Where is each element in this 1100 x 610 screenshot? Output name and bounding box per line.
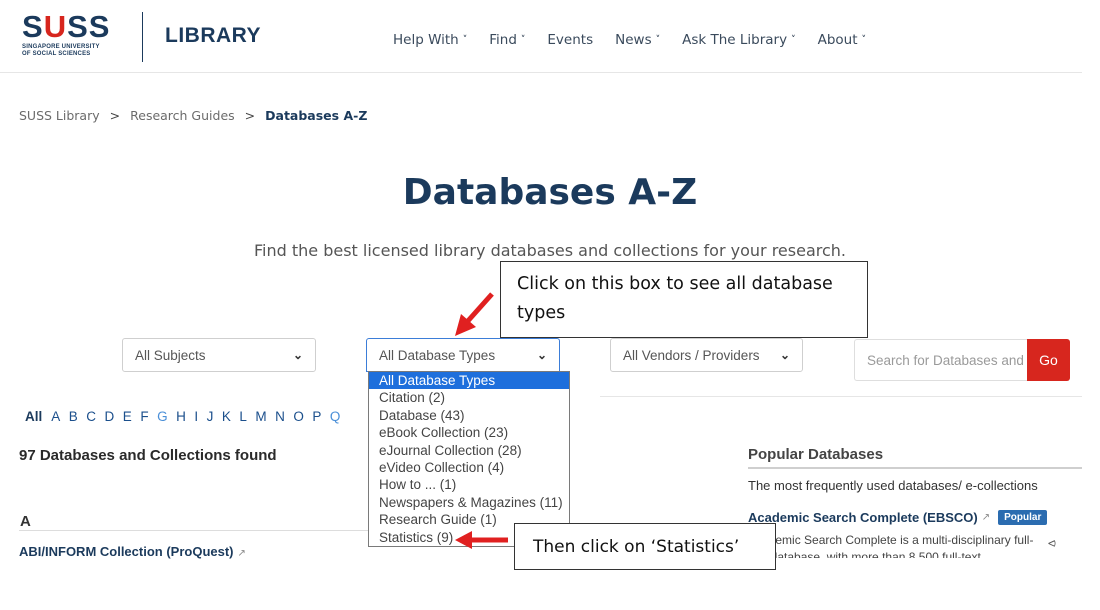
chevron-down-icon: ˅ — [791, 35, 796, 45]
breadcrumb-research-guides[interactable]: Research Guides — [130, 108, 235, 123]
chevron-down-icon: ⌄ — [292, 348, 303, 362]
alphabet-letter[interactable]: C — [86, 409, 96, 424]
callout-click-statistics: Then click on ‘Statistics’ — [514, 523, 776, 570]
popular-title: Popular Databases — [748, 446, 884, 463]
chevron-down-icon: ˅ — [462, 35, 468, 45]
database-search-input[interactable]: Search for Databases and — [854, 339, 1027, 381]
chevron-down-icon: ˅ — [861, 35, 867, 45]
chevron-down-icon: ⌄ — [536, 348, 547, 362]
page-subtitle: Find the best licensed library databases… — [254, 241, 846, 260]
alphabet-letter[interactable]: E — [123, 409, 132, 424]
alphabet-letter[interactable]: J — [207, 409, 214, 424]
database-types-select[interactable]: All Database Types ⌄ — [366, 338, 560, 372]
nav-item-label: Ask The Library — [682, 32, 788, 48]
logo-line2: OF SOCIAL SCIENCES — [22, 51, 91, 57]
nav-item-label: Find — [489, 32, 517, 48]
popular-database-label: Academic Search Complete (EBSCO) — [748, 510, 978, 525]
results-count: 97 Databases and Collections found — [19, 447, 277, 464]
database-types-select-value: All Database Types — [379, 347, 496, 363]
dropdown-option[interactable]: How to ... (1) — [369, 476, 569, 493]
popular-badge: Popular — [998, 510, 1048, 525]
logo-line1: SINGAPORE UNIVERSITY — [22, 44, 100, 50]
popular-divider — [748, 467, 1082, 469]
alphabet-letter[interactable]: G — [157, 409, 168, 424]
nav-item-label: News — [615, 32, 652, 48]
external-link-icon: ↗ — [237, 548, 246, 559]
main-nav: Help With ˅ Find ˅ Events News ˅ Ask The Librar… — [393, 32, 888, 48]
arrow-to-select — [455, 292, 494, 336]
chevron-down-icon: ˅ — [520, 35, 526, 45]
alphabet-letter[interactable]: F — [140, 409, 148, 424]
popular-database-link[interactable]: Academic Search Complete (EBSCO) ↗ Popul… — [748, 510, 1048, 525]
callout-click-box: Click on this box to see all database ty… — [500, 261, 868, 338]
database-types-dropdown: All Database Types Citation (2) Database (… — [368, 371, 570, 547]
breadcrumb-current: Databases A-Z — [265, 108, 368, 123]
header-divider — [0, 72, 1082, 73]
dropdown-option[interactable]: All Database Types — [369, 372, 569, 390]
breadcrumb: SUSS Library > Research Guides > Databas… — [19, 108, 367, 123]
alphabet-letter[interactable]: N — [275, 409, 285, 424]
share-icon[interactable]: ⪦ — [1048, 534, 1056, 551]
alphabet-letter[interactable]: B — [69, 409, 78, 424]
nav-item-label: About — [817, 32, 858, 48]
chevron-down-icon: ⌄ — [779, 348, 790, 362]
alphabet-letter[interactable]: Q — [330, 409, 341, 424]
breadcrumb-home[interactable]: SUSS Library — [19, 108, 100, 123]
nav-item-help-with[interactable]: Help With ˅ — [393, 32, 467, 48]
popular-blurb: Academic Search Complete is a multi-disc… — [748, 533, 1034, 558]
nav-item-label: Events — [547, 32, 594, 48]
alphabet-letter[interactable]: P — [312, 409, 321, 424]
vendors-select[interactable]: All Vendors / Providers ⌄ — [610, 338, 803, 372]
chevron-down-icon: ˅ — [655, 35, 661, 45]
alphabet-letter[interactable]: D — [105, 409, 115, 424]
filter-divider — [600, 396, 1082, 397]
nav-item-about[interactable]: About ˅ — [818, 32, 866, 48]
alphabet-letter[interactable]: I — [194, 409, 198, 424]
library-label[interactable]: LIBRARY — [165, 24, 261, 48]
external-link-icon: ↗ — [981, 512, 991, 523]
alphabet-letter[interactable]: L — [239, 409, 247, 424]
database-link-label: ABI/INFORM Collection (ProQuest) — [19, 544, 234, 559]
dropdown-option[interactable]: Newspapers & Magazines (11) — [369, 494, 569, 511]
dropdown-option[interactable]: Database (43) — [369, 407, 569, 424]
alphabet-letter[interactable]: H — [176, 409, 186, 424]
alphabet-all[interactable]: All — [25, 409, 42, 424]
dropdown-option[interactable]: eVideo Collection (4) — [369, 459, 569, 476]
dropdown-option[interactable]: Citation (2) — [369, 389, 569, 406]
subjects-select[interactable]: All Subjects ⌄ — [122, 338, 316, 372]
alphabet-letter[interactable]: A — [51, 409, 60, 424]
alphabet-letter[interactable]: O — [293, 409, 304, 424]
nav-item-ask-the-library[interactable]: Ask The Library ˅ — [682, 32, 795, 48]
breadcrumb-separator: > — [244, 108, 256, 123]
popular-description: The most frequently used databases/ e-co… — [748, 478, 1038, 493]
nav-item-label: Help With — [393, 32, 459, 48]
logo-wordmark: SUSS — [22, 9, 111, 44]
breadcrumb-separator: > — [109, 108, 121, 123]
section-letter: A — [20, 513, 31, 530]
database-link[interactable]: ABI/INFORM Collection (ProQuest) ↗ — [19, 544, 246, 559]
vendors-select-value: All Vendors / Providers — [623, 347, 760, 363]
alphabet-letter[interactable]: K — [222, 409, 231, 424]
page-title: Databases A-Z — [402, 172, 698, 213]
alphabet-nav: All A B C D E F G H I J K L M N O P Q — [25, 409, 349, 424]
nav-item-events[interactable]: Events — [547, 32, 593, 48]
logo-divider — [142, 12, 143, 62]
subjects-select-value: All Subjects — [135, 347, 206, 363]
dropdown-option[interactable]: eJournal Collection (28) — [369, 442, 569, 459]
nav-item-news[interactable]: News ˅ — [615, 32, 660, 48]
go-button[interactable]: Go — [1027, 339, 1070, 381]
suss-logo[interactable]: SUSS SINGAPORE UNIVERSITY OF SOCIAL SCIE… — [22, 10, 122, 58]
dropdown-option[interactable]: eBook Collection (23) — [369, 424, 569, 441]
nav-item-find[interactable]: Find ˅ — [489, 32, 525, 48]
section-divider — [19, 530, 369, 531]
alphabet-letter[interactable]: M — [255, 409, 266, 424]
